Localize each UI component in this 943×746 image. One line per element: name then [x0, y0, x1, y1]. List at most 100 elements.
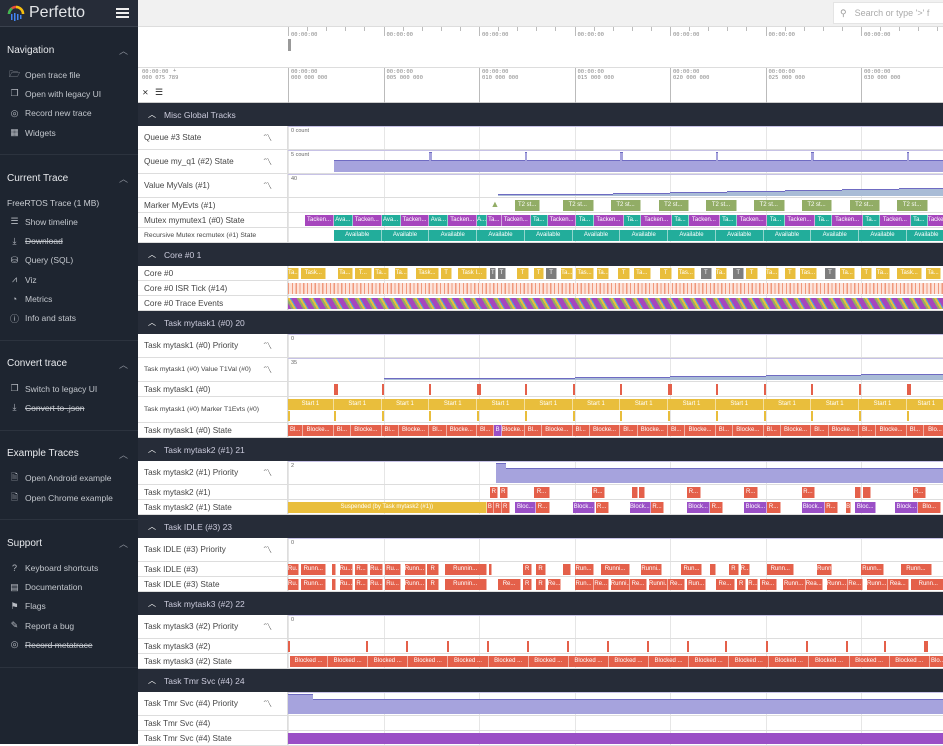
slice[interactable]: Re... — [715, 579, 735, 590]
track-name[interactable]: Task IDLE (#3) — [138, 562, 288, 576]
track-name[interactable]: Task mytask2 (#1) — [138, 485, 288, 499]
slice[interactable]: Blocked ... — [849, 656, 890, 667]
slice[interactable]: T2 st... — [515, 200, 541, 211]
slice[interactable]: Available — [811, 230, 860, 241]
slice[interactable]: Ta... — [719, 215, 737, 226]
slice[interactable]: Re... — [668, 579, 686, 590]
track-name[interactable]: Queue #3 State 〽 — [138, 126, 288, 149]
sidebar-item-switch-to-legacy-ui[interactable]: ❐ Switch to legacy UI — [0, 379, 138, 398]
slice[interactable]: Runn... — [404, 564, 426, 575]
slice[interactable]: T — [440, 268, 453, 279]
slice[interactable]: Ta... — [765, 268, 779, 279]
slice[interactable]: Blocke... — [589, 425, 621, 436]
slice[interactable]: Start 1 — [429, 399, 478, 410]
slice[interactable]: Block... — [744, 502, 768, 513]
slice-tick[interactable] — [925, 641, 928, 652]
show-chart-icon[interactable]: 〽 — [263, 179, 272, 192]
track-lane[interactable]: 0 — [288, 538, 943, 561]
slice[interactable]: Start 1 — [381, 399, 430, 410]
chevron-up-icon[interactable]: ︿ — [148, 598, 156, 609]
slice[interactable]: R... — [591, 487, 606, 498]
track-lane[interactable]: Available Available Available Available Avai… — [288, 228, 943, 242]
slice[interactable]: R... — [650, 502, 665, 513]
track-name[interactable]: Core #0 Trace Events — [138, 296, 288, 310]
slice[interactable]: Ru... — [385, 579, 401, 590]
hamburger-menu-icon[interactable] — [116, 8, 129, 18]
slice[interactable]: Rea... — [805, 579, 823, 590]
slice-tick[interactable] — [763, 384, 766, 395]
slice[interactable]: Start 1 — [668, 399, 716, 410]
section-header-support[interactable]: Support ︿ — [0, 528, 138, 558]
slice[interactable]: Bl... — [333, 425, 352, 436]
slice[interactable]: T2 st... — [897, 200, 928, 211]
slice[interactable]: T — [534, 268, 544, 279]
sidebar-item-documentation[interactable]: ▤ Documentation — [0, 577, 138, 596]
slice[interactable]: Ta... — [624, 215, 642, 226]
slice-tick[interactable] — [406, 641, 409, 652]
slice[interactable]: Block... — [687, 502, 711, 513]
slice-tick[interactable] — [811, 384, 814, 395]
slice[interactable]: Tacken... — [305, 215, 334, 226]
track-lane[interactable]: R R R... R... R... R... R... R... — [288, 485, 943, 499]
slice[interactable] — [288, 733, 943, 744]
chevron-up-icon[interactable]: ︿ — [148, 249, 156, 260]
slice[interactable]: Runni... — [641, 564, 663, 575]
slice[interactable]: Blocke... — [733, 425, 764, 436]
slice[interactable]: Blocked ... — [689, 656, 730, 667]
track-lane[interactable] — [288, 281, 943, 295]
track-name[interactable]: Task mytask2 (#1) Priority 〽 — [138, 461, 288, 484]
show-chart-icon[interactable]: 〽 — [263, 363, 272, 376]
slice[interactable]: R — [736, 579, 747, 590]
slice[interactable]: Tacken... — [547, 215, 577, 226]
section-header-current-trace[interactable]: Current Trace ︿ — [0, 163, 138, 193]
slice[interactable]: Ava... — [429, 215, 449, 226]
track-name[interactable]: Mutex mymutex1 (#0) State — [138, 213, 288, 227]
chevron-up-icon[interactable]: ︿ — [148, 675, 156, 686]
slice-tick[interactable] — [725, 641, 728, 652]
slice[interactable]: Runn... — [866, 579, 888, 590]
track-lane[interactable]: 35 — [288, 358, 943, 381]
sidebar-item-open-with-legacy-ui[interactable]: ❐ Open with legacy UI — [0, 84, 138, 103]
slice-tick[interactable] — [526, 641, 529, 652]
track-name[interactable]: Task mytask1 (#0) Value T1Val (#0) 〽 — [138, 358, 288, 381]
slice[interactable]: Tacken... — [736, 215, 768, 226]
slice[interactable]: Blocke... — [637, 425, 669, 436]
slice[interactable]: T — [618, 268, 630, 279]
slice[interactable]: Tas... — [799, 268, 818, 279]
slice[interactable]: T — [784, 268, 797, 279]
slice[interactable]: Ru... — [370, 564, 384, 575]
sidebar-item-viz[interactable]: ⩘ Viz — [0, 270, 138, 289]
slice[interactable]: Blocked ... — [528, 656, 569, 667]
slice[interactable]: Available — [668, 230, 716, 241]
slice-tick[interactable] — [566, 641, 569, 652]
track-name[interactable]: Value MyVals (#1) 〽 — [138, 174, 288, 197]
slice-tick[interactable] — [883, 641, 886, 652]
slice[interactable]: Bl... — [572, 425, 590, 436]
slice[interactable]: Ta... — [815, 215, 833, 226]
slice-tick[interactable] — [805, 641, 808, 652]
slice[interactable]: Ta... — [839, 268, 856, 279]
slice[interactable]: Bloc... — [855, 502, 877, 513]
slice[interactable] — [855, 487, 861, 498]
slice[interactable]: Runn... — [910, 579, 943, 590]
slice[interactable]: Start 1 — [811, 399, 860, 410]
slice[interactable]: Tacken... — [400, 215, 430, 226]
slice-tick[interactable] — [366, 641, 369, 652]
sidebar-item-open-android-example[interactable]: 🗎 Open Android example — [0, 469, 138, 488]
slice[interactable]: R... — [595, 502, 609, 513]
slice[interactable]: T2 st... — [801, 200, 833, 211]
slice[interactable]: Run... — [574, 579, 594, 590]
section-header-navigation[interactable]: Navigation ︿ — [0, 35, 138, 65]
slice[interactable]: Blocked ... — [448, 656, 489, 667]
slice[interactable]: Re... — [547, 579, 562, 590]
slice[interactable]: R — [522, 579, 533, 590]
slice[interactable]: R... — [767, 502, 781, 513]
section-header-example-traces[interactable]: Example Traces ︿ — [0, 439, 138, 469]
slice[interactable]: T — [498, 268, 506, 279]
slice[interactable]: Ava... — [333, 215, 353, 226]
slice[interactable]: Run... — [687, 579, 707, 590]
slice-tick[interactable] — [429, 384, 432, 395]
slice[interactable] — [710, 564, 716, 575]
slice[interactable]: B — [486, 502, 495, 513]
slice[interactable]: Runn... — [404, 579, 426, 590]
